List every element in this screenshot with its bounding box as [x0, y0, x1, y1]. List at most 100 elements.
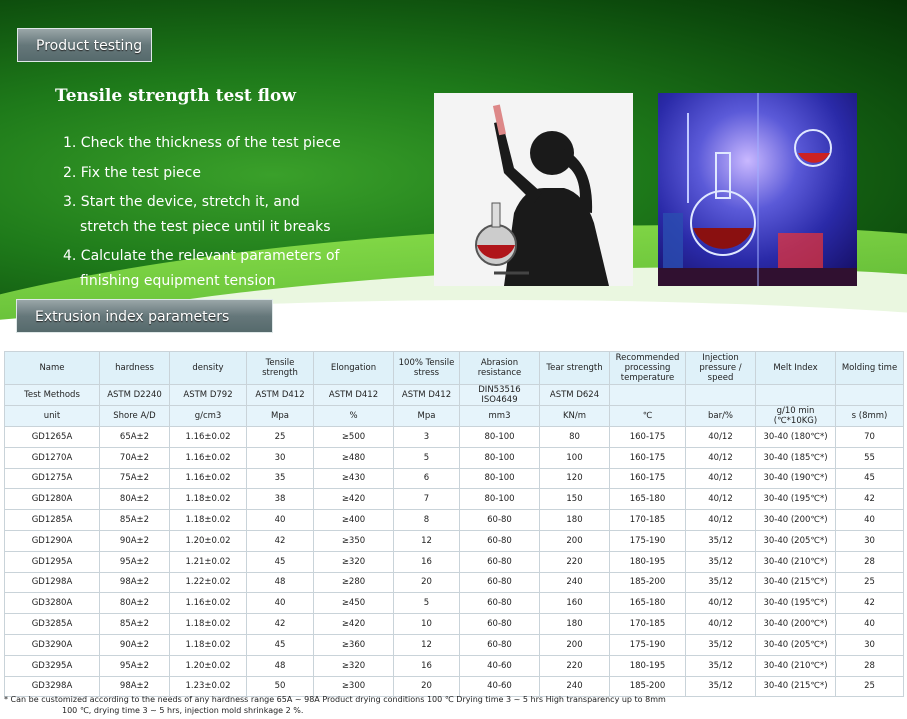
- test-step: 3. Start the device, stretch it, and str…: [63, 194, 331, 235]
- column-header: Melt Index: [755, 351, 836, 385]
- table-header-row: Name hardness density Tensile strength E…: [4, 351, 904, 385]
- table-row: GD1285A 85A±2 1.18±0.02 40 ≥400 8 60-80 180 170-…: [4, 509, 904, 531]
- table-cell: GD3280A: [4, 592, 100, 615]
- table-cell: 1.20±0.02: [169, 529, 247, 552]
- table-cell: ASTM D412: [313, 384, 394, 406]
- table-cell: 30-40 (195℃*): [755, 488, 836, 511]
- table-cell: 55: [835, 446, 904, 469]
- footnote: * Can be customized according to the nee…: [4, 694, 903, 716]
- table-cell: ≥280: [313, 571, 394, 594]
- test-methods-row: Test Methods ASTM D2240 ASTM D792 ASTM D…: [4, 384, 904, 406]
- table-cell: 1.16±0.02: [169, 426, 247, 448]
- table-cell: Test Methods: [4, 384, 100, 406]
- table-cell: 80-100: [459, 467, 540, 490]
- table-cell: ASTM D624: [539, 384, 610, 406]
- table-cell: [755, 384, 836, 406]
- table-cell: GD1295A: [4, 550, 100, 573]
- table-cell: ≥320: [313, 550, 394, 573]
- table-cell: 150: [539, 488, 610, 511]
- table-cell: 30-40 (180℃*): [755, 426, 836, 448]
- table-cell: 45: [246, 550, 314, 573]
- product-testing-label: Product testing: [17, 28, 152, 62]
- table-cell: 28: [835, 654, 904, 677]
- table-cell: 40: [835, 509, 904, 531]
- table-cell: %: [313, 405, 394, 427]
- table-cell: 45: [835, 467, 904, 490]
- table-cell: 1.16±0.02: [169, 592, 247, 615]
- table-cell: 80-100: [459, 426, 540, 448]
- table-cell: 80-100: [459, 446, 540, 469]
- table-row: GD1275A 75A±2 1.16±0.02 35 ≥430 6 80-100 120 160…: [4, 467, 904, 490]
- footnote-line: 100 ℃, drying time 3 ~ 5 hrs, injection …: [62, 706, 304, 715]
- table-cell: 160: [539, 592, 610, 615]
- table-cell: 35/12: [685, 571, 756, 594]
- table-cell: [609, 384, 686, 406]
- table-cell: 180: [539, 509, 610, 531]
- table-cell: 170-185: [609, 509, 686, 531]
- column-header: Elongation: [313, 351, 394, 385]
- column-header: Molding time: [835, 351, 904, 385]
- section-title: Tensile strength test flow: [55, 86, 297, 106]
- table-cell: 48: [246, 571, 314, 594]
- table-cell: KN/m: [539, 405, 610, 427]
- table-cell: 30-40 (205℃*): [755, 529, 836, 552]
- table-cell: 40/12: [685, 467, 756, 490]
- table-cell: 40: [246, 592, 314, 615]
- table-cell: GD1265A: [4, 426, 100, 448]
- table-row: GD3290A 90A±2 1.18±0.02 45 ≥360 12 60-80 200 175…: [4, 633, 904, 656]
- table-cell: ASTM D792: [169, 384, 247, 406]
- table-cell: 1.18±0.02: [169, 633, 247, 656]
- table-cell: 38: [246, 488, 314, 511]
- table-cell: ≥420: [313, 488, 394, 511]
- table-cell: 40/12: [685, 446, 756, 469]
- table-cell: 1.18±0.02: [169, 488, 247, 511]
- test-step: 2. Fix the test piece: [63, 164, 201, 181]
- table-row: GD1265A 65A±2 1.16±0.02 25 ≥500 3 80-100 80 160-…: [4, 426, 904, 448]
- column-header: Name: [4, 351, 100, 385]
- table-cell: 60-80: [459, 571, 540, 594]
- table-cell: Mpa: [246, 405, 314, 427]
- table-cell: 30-40 (185℃*): [755, 446, 836, 469]
- table-cell: 30-40 (200℃*): [755, 613, 836, 635]
- table-cell: 8: [393, 509, 460, 531]
- lab-scientist-photo: [434, 93, 633, 286]
- table-cell: 16: [393, 550, 460, 573]
- table-row: GD1290A 90A±2 1.20±0.02 42 ≥350 12 60-80 200 175…: [4, 529, 904, 552]
- table-cell: DIN53516 ISO4649: [459, 384, 540, 406]
- table-cell: 180-195: [609, 550, 686, 573]
- table-cell: 1.16±0.02: [169, 446, 247, 469]
- table-cell: 220: [539, 654, 610, 677]
- table-cell: 160-175: [609, 446, 686, 469]
- table-cell: 75A±2: [99, 467, 170, 490]
- table-cell: 1.22±0.02: [169, 571, 247, 594]
- table-cell: 42: [246, 529, 314, 552]
- table-cell: ≥360: [313, 633, 394, 656]
- column-header: 100% Tensile stress: [393, 351, 460, 385]
- table-cell: bar/%: [685, 405, 756, 427]
- table-cell: 170-185: [609, 613, 686, 635]
- parameters-table: Name hardness density Tensile strength E…: [4, 351, 904, 698]
- table-cell: 60-80: [459, 529, 540, 552]
- table-cell: 1.18±0.02: [169, 613, 247, 635]
- table-cell: 95A±2: [99, 550, 170, 573]
- table-cell: 40/12: [685, 426, 756, 448]
- table-cell: 6: [393, 467, 460, 490]
- extrusion-index-label: Extrusion index parameters: [16, 299, 273, 333]
- table-cell: 5: [393, 446, 460, 469]
- table-cell: GD1290A: [4, 529, 100, 552]
- table-cell: 40/12: [685, 488, 756, 511]
- table-cell: 30-40 (195℃*): [755, 592, 836, 615]
- table-cell: 90A±2: [99, 529, 170, 552]
- table-cell: 40-60: [459, 654, 540, 677]
- table-cell: 30-40 (210℃*): [755, 654, 836, 677]
- column-header: Injection pressure / speed: [685, 351, 756, 385]
- table-cell: g/10 min (℃*10KG): [755, 405, 836, 427]
- table-cell: 200: [539, 529, 610, 552]
- table-cell: 60-80: [459, 509, 540, 531]
- table-cell: 28: [835, 550, 904, 573]
- column-header: density: [169, 351, 247, 385]
- column-header: Recommended processing temperature: [609, 351, 686, 385]
- table-cell: 95A±2: [99, 654, 170, 677]
- test-step: 1. Check the thickness of the test piece: [63, 135, 341, 151]
- table-cell: ℃: [609, 405, 686, 427]
